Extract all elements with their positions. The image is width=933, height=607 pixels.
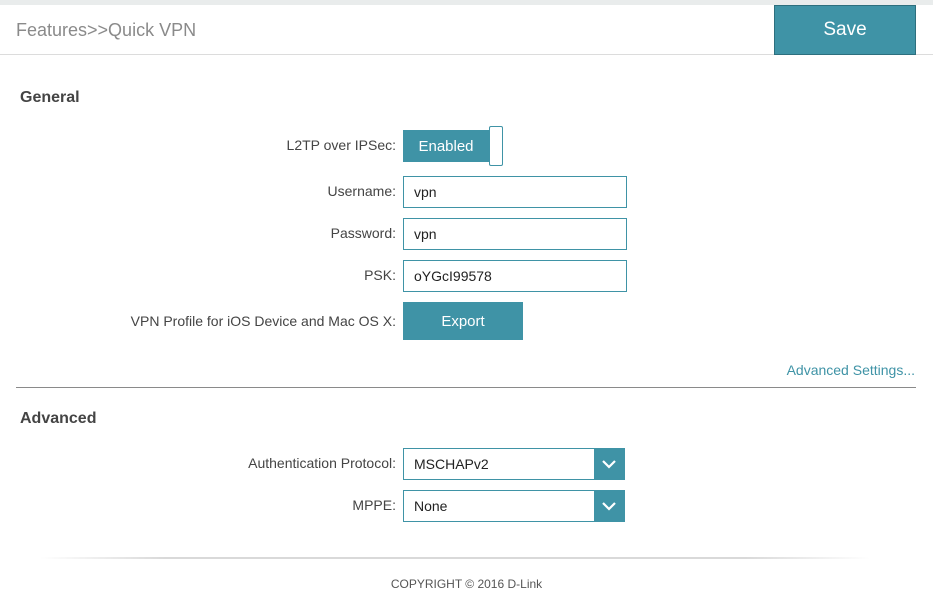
mppe-value: None: [414, 498, 448, 514]
l2tp-toggle-knob[interactable]: [489, 126, 503, 166]
psk-label: PSK:: [364, 267, 396, 283]
section-title-general: General: [20, 89, 80, 106]
section-divider: [16, 387, 916, 388]
copyright-text: COPYRIGHT © 2016 D-Link: [390, 577, 543, 591]
advanced-settings-link[interactable]: Advanced Settings...: [787, 362, 915, 378]
section-title-advanced: Advanced: [20, 410, 97, 427]
mppe-select[interactable]: None: [403, 490, 625, 522]
l2tp-label: L2TP over IPSec:: [286, 137, 396, 153]
username-input[interactable]: [403, 176, 627, 208]
psk-input[interactable]: [403, 260, 627, 292]
chevron-down-icon[interactable]: [594, 491, 624, 521]
page-header: Features>>Quick VPN Save: [0, 5, 933, 55]
l2tp-toggle-state: Enabled: [403, 130, 489, 162]
auth-protocol-select[interactable]: MSCHAPv2: [403, 448, 625, 480]
auth-protocol-value: MSCHAPv2: [414, 456, 489, 472]
l2tp-toggle[interactable]: Enabled: [403, 126, 503, 166]
save-button[interactable]: Save: [774, 5, 916, 55]
chevron-down-icon[interactable]: [594, 449, 624, 479]
vpn-profile-label: VPN Profile for iOS Device and Mac OS X:: [130, 313, 396, 329]
password-input[interactable]: [403, 218, 627, 250]
auth-protocol-label: Authentication Protocol:: [248, 455, 396, 471]
username-label: Username:: [327, 183, 396, 199]
export-button[interactable]: Export: [403, 302, 523, 340]
footer-rule: [40, 557, 870, 559]
breadcrumb: Features>>Quick VPN: [16, 20, 197, 40]
mppe-label: MPPE:: [352, 497, 396, 513]
password-label: Password:: [330, 225, 396, 241]
